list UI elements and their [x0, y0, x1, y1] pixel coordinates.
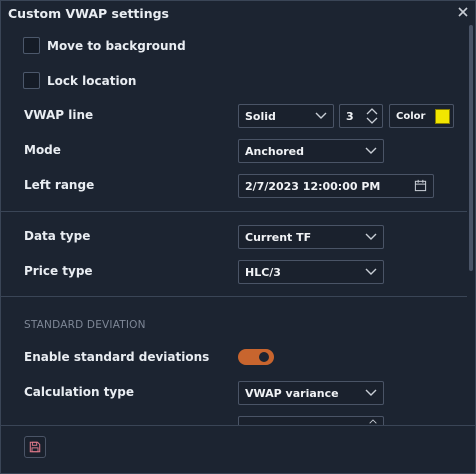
standard-deviation-heading: STANDARD DEVIATION [24, 319, 146, 331]
save-icon [29, 441, 41, 453]
vwap-line-label: VWAP line [24, 108, 94, 122]
section-divider [1, 296, 467, 297]
footer-divider [1, 425, 475, 426]
chevron-down-icon [365, 147, 377, 154]
price-type-select[interactable]: HLC/3 [238, 260, 384, 284]
calculation-type-value: VWAP variance [245, 387, 339, 400]
scrollbar-thumb[interactable] [469, 25, 473, 271]
calculation-type-select[interactable]: VWAP variance [238, 381, 384, 405]
mode-select[interactable]: Anchored [238, 139, 384, 163]
close-icon[interactable] [456, 5, 470, 19]
lock-location-label: Lock location [47, 74, 137, 88]
left-range-datetime-input[interactable]: 2/7/2023 12:00:00 PM [238, 174, 434, 198]
lock-location-checkbox[interactable] [23, 72, 40, 89]
left-range-value: 2/7/2023 12:00:00 PM [245, 180, 381, 193]
vertical-scrollbar[interactable] [468, 25, 474, 425]
partial-next-input[interactable] [238, 416, 384, 425]
chevron-down-icon [365, 389, 377, 396]
settings-dialog: Custom VWAP settings Move to background … [0, 0, 476, 474]
calendar-icon[interactable] [414, 179, 427, 192]
title-bar: Custom VWAP settings [1, 1, 475, 25]
mode-label: Mode [24, 143, 61, 157]
line-color-label: Color [396, 111, 426, 122]
price-type-value: HLC/3 [245, 266, 281, 279]
price-type-label: Price type [24, 264, 93, 278]
mode-value: Anchored [245, 145, 305, 158]
settings-content: Move to background Lock location VWAP li… [1, 25, 467, 425]
chevron-down-icon [365, 233, 377, 240]
chevron-down-icon [365, 268, 377, 275]
data-type-select[interactable]: Current TF [238, 225, 384, 249]
line-style-value: Solid [245, 110, 276, 123]
line-width-stepper[interactable]: 3 [339, 104, 383, 128]
stepper-arrows-icon[interactable] [365, 106, 379, 126]
section-divider [1, 211, 467, 212]
toggle-knob [259, 352, 269, 362]
calculation-type-label: Calculation type [24, 385, 134, 399]
chevron-down-icon [315, 112, 327, 119]
left-range-label: Left range [24, 178, 95, 192]
color-swatch[interactable] [435, 109, 450, 124]
line-width-value: 3 [346, 110, 354, 123]
enable-std-dev-label: Enable standard deviations [24, 350, 210, 364]
move-to-background-label: Move to background [47, 39, 186, 53]
line-style-select[interactable]: Solid [238, 104, 334, 128]
data-type-label: Data type [24, 229, 91, 243]
enable-std-dev-toggle[interactable] [238, 349, 274, 365]
stepper-arrows-icon[interactable] [368, 418, 378, 425]
save-button[interactable] [24, 436, 46, 458]
line-color-picker[interactable]: Color [389, 104, 454, 128]
move-to-background-checkbox[interactable] [23, 37, 40, 54]
data-type-value: Current TF [245, 231, 312, 244]
dialog-title: Custom VWAP settings [8, 6, 169, 21]
